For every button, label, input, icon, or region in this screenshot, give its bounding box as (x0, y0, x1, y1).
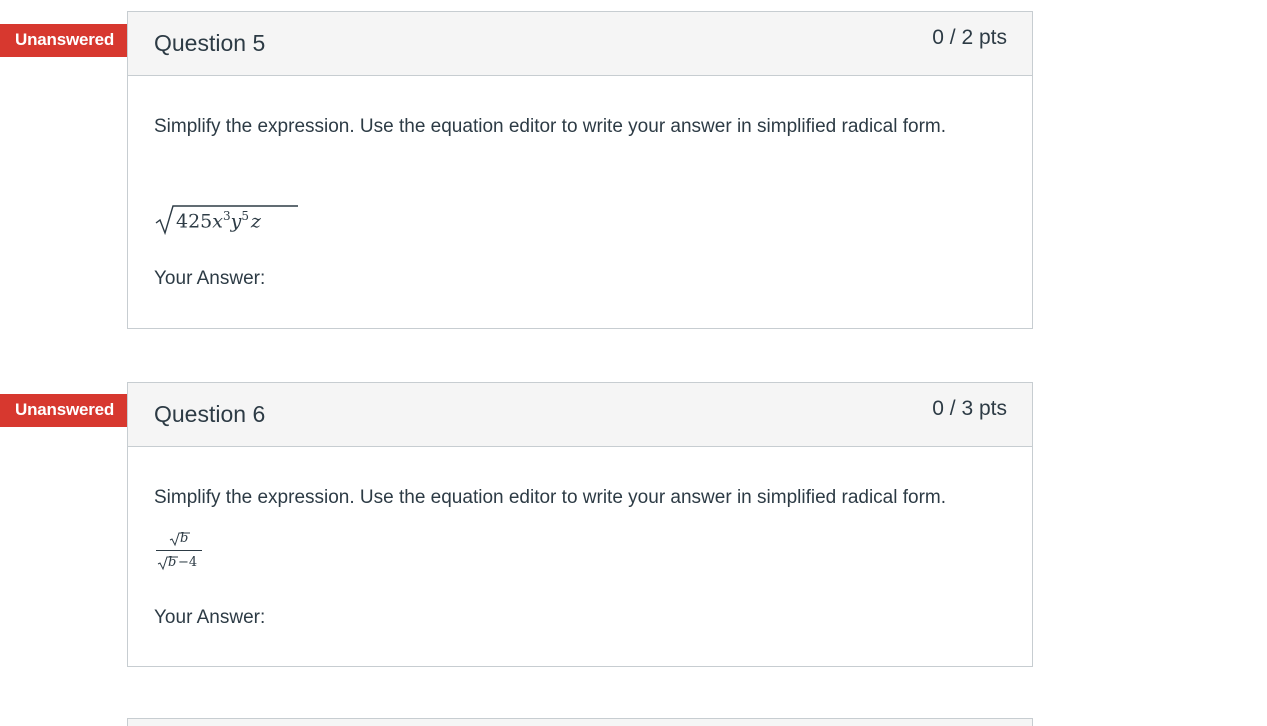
your-answer-label: Your Answer: (154, 607, 266, 628)
question-prompt: Simplify the expression. Use the equatio… (154, 487, 947, 508)
question-header: Question 5 0 / 2 pts (128, 12, 1032, 76)
question-title: Question 5 (154, 30, 266, 56)
radicand-exp-y: 5 (241, 209, 249, 223)
question-points: 0 / 3 pts (932, 397, 1007, 420)
next-question-card-partial (127, 718, 1033, 726)
unanswered-flag: Unanswered (0, 24, 148, 57)
radicand-var-x: x (212, 210, 223, 233)
unanswered-flag-label: Unanswered (15, 400, 115, 419)
unanswered-flag-label: Unanswered (15, 30, 115, 49)
radicand-coefficient: 425 (176, 210, 213, 233)
radicand-exp-x: 3 (222, 209, 231, 223)
question-prompt: Simplify the expression. Use the equatio… (154, 116, 947, 137)
question-points: 0 / 2 pts (932, 26, 1007, 49)
question-header: Question 6 0 / 3 pts (128, 383, 1032, 447)
your-answer-label: Your Answer: (154, 268, 266, 289)
question-card-6: Question 6 0 / 3 pts Simplify the expres… (127, 382, 1033, 667)
fraction-bar (156, 550, 202, 551)
unanswered-flag: Unanswered (0, 394, 148, 427)
denominator-radicand: b (168, 555, 177, 570)
radicand-var-y: y (230, 210, 242, 233)
fraction-denominator: b −4 (157, 554, 203, 572)
question-title: Question 6 (154, 401, 266, 427)
numerator-radicand: b (180, 531, 189, 546)
denominator-minus-four: −4 (178, 555, 198, 570)
fraction-expression: b b −4 (156, 530, 204, 574)
fraction-numerator: b (169, 530, 199, 548)
quiz-results-page: Unanswered Question 5 0 / 2 pts Simplify… (0, 0, 1267, 726)
radicand-var-z: z (250, 210, 261, 233)
question-card-5: Question 5 0 / 2 pts Simplify the expres… (127, 11, 1033, 329)
radicand: 425x3y5 z (176, 209, 261, 232)
